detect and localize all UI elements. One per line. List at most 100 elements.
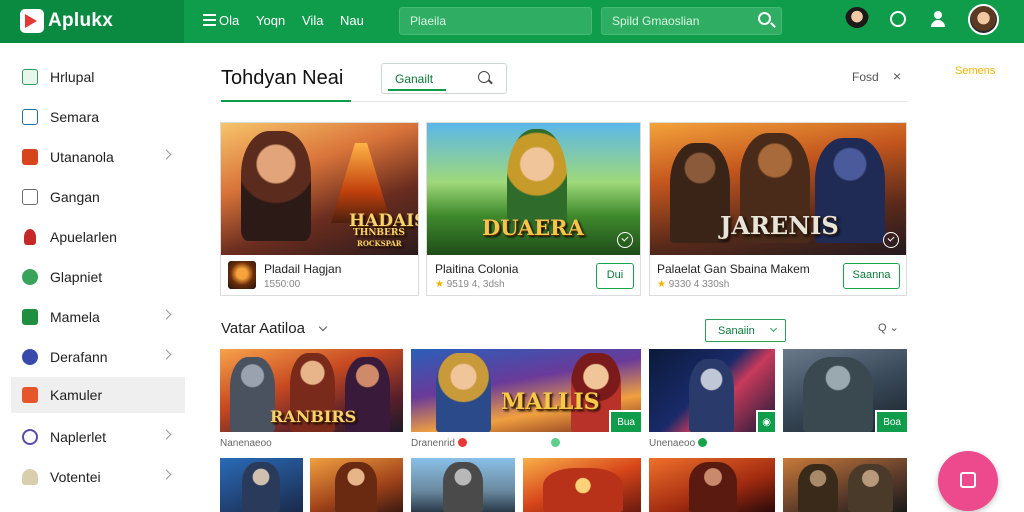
game-cover-image: JARENIS: [650, 123, 906, 255]
cover-tagline: ROCKSPAR: [357, 239, 402, 248]
game-name[interactable]: Palaelat Gan Sbaina Makem: [657, 262, 810, 276]
cover-title: DUAERA: [482, 215, 584, 240]
sidebar-item-label: Apuelarlen: [50, 229, 117, 245]
featured-card-3[interactable]: JARENIS Palaelat Gan Sbaina Makem ★ 9330…: [649, 122, 907, 296]
close-icon[interactable]: ×: [893, 68, 901, 84]
divider: [351, 101, 907, 102]
tile-badge[interactable]: Bua: [609, 410, 641, 432]
title-underline: [221, 100, 351, 102]
sidebar-item-3[interactable]: Gangan: [11, 179, 185, 215]
game-tile-1[interactable]: RANBIRS: [220, 349, 403, 432]
sidebar-item-label: Votentei: [50, 469, 101, 485]
game-tile-5[interactable]: [220, 458, 303, 512]
chevron-right-icon: [161, 429, 172, 440]
sidebar-item-label: Derafann: [50, 349, 108, 365]
game-tile-7[interactable]: [411, 458, 515, 512]
download-button[interactable]: Dui: [596, 263, 634, 289]
status-dot-icon: [698, 438, 708, 447]
play-icon: [22, 309, 38, 325]
tile-caption: Dranenrid: [411, 438, 467, 449]
game-name[interactable]: Plaitina Colonia: [435, 262, 518, 276]
game-tile-6[interactable]: [310, 458, 403, 512]
app-logo-icon[interactable]: [20, 9, 44, 33]
cover-title: JARENIS: [720, 211, 839, 240]
status-dot: [548, 438, 560, 449]
section-tools[interactable]: Q ⌄: [878, 321, 899, 334]
search-icon[interactable]: Q: [878, 322, 887, 334]
user-icon[interactable]: [930, 11, 946, 27]
chevron-down-icon: [769, 324, 778, 333]
sidebar-item-5[interactable]: Glapniet: [11, 259, 185, 295]
game-thumbnail: [228, 261, 256, 289]
sidebar-item-10[interactable]: Votentei: [11, 459, 185, 495]
tile-title: RANBIRS: [270, 407, 357, 426]
section-title[interactable]: Vatar Aatiloa: [221, 320, 305, 337]
nav-link-1[interactable]: Yoqn: [256, 13, 285, 28]
ring-icon: [22, 429, 38, 445]
tile-badge-icon[interactable]: ◉: [756, 410, 775, 432]
menu-icon[interactable]: [203, 14, 216, 26]
sidebar-item-9[interactable]: Naplerlet: [11, 419, 185, 455]
avatar-small[interactable]: [845, 7, 869, 31]
promo-label[interactable]: Semens: [955, 65, 995, 77]
chevron-down-icon[interactable]: [318, 322, 328, 332]
chevron-down-icon[interactable]: ⌄: [890, 322, 899, 334]
verified-icon: [883, 232, 899, 248]
sidebar-item-1[interactable]: Semara: [11, 99, 185, 135]
status-dot-icon: [551, 438, 560, 447]
floating-action-button[interactable]: [938, 451, 998, 511]
game-tile-10[interactable]: [783, 458, 907, 512]
filter-label: Ganailt: [395, 72, 434, 86]
filter-search-pill[interactable]: Ganailt: [381, 63, 507, 94]
search-icon[interactable]: [758, 12, 771, 25]
chat-icon[interactable]: [890, 11, 906, 27]
sidebar-item-label: Naplerlet: [50, 429, 107, 445]
tile-badge[interactable]: Boa: [875, 410, 907, 432]
brand-name[interactable]: Aplukx: [48, 10, 113, 32]
sidebar-item-label: Utananola: [50, 149, 114, 165]
install-button[interactable]: Saanna: [843, 263, 900, 289]
nav-link-2[interactable]: Vila: [302, 13, 323, 28]
cart-icon: [960, 472, 976, 488]
game-tile-8[interactable]: [523, 458, 641, 512]
tile-caption: Nanenaeoo: [220, 438, 272, 449]
chevron-right-icon: [161, 149, 172, 160]
person-icon: [24, 229, 36, 245]
sidebar-item-label: Semara: [50, 109, 100, 125]
search-icon[interactable]: [478, 71, 490, 83]
featured-card-2[interactable]: DUAERA Plaitina Colonia ★ 9519 4, 3dsh D…: [426, 122, 641, 296]
sidebar-item-4[interactable]: Apuelarlen: [11, 219, 185, 255]
sidebar-item-6[interactable]: Mamela: [11, 299, 185, 335]
game-tile-9[interactable]: [649, 458, 775, 512]
sidebar-item-0[interactable]: Hrlupal: [11, 59, 185, 95]
sort-dropdown[interactable]: Sanaiin: [705, 319, 786, 342]
chevron-right-icon: [161, 309, 172, 320]
cover-subtitle: THNBERS: [353, 228, 405, 238]
profile-avatar[interactable]: [968, 4, 999, 35]
nav-link-3[interactable]: Nau: [340, 13, 364, 28]
featured-card-1[interactable]: HADAIS THNBERS ROCKSPAR Pladail Hagjan 1…: [220, 122, 419, 296]
game-tile-4[interactable]: Boa: [783, 349, 907, 432]
secondary-search-input[interactable]: Spild Gmaoslian: [601, 7, 782, 35]
search-input[interactable]: Plaeila: [399, 7, 592, 35]
game-tile-3[interactable]: ◉: [649, 349, 775, 432]
sidebar-item-7[interactable]: Derafann: [11, 339, 185, 375]
chevron-right-icon: [161, 349, 172, 360]
user-icon: [22, 469, 38, 485]
sidebar: Hrlupal Semara Utananola Gangan Apuelarl…: [0, 43, 185, 512]
game-tile-2[interactable]: MALLIS Bua: [411, 349, 641, 432]
tile-title: MALLIS: [501, 389, 600, 415]
top-bar: Aplukx Ola Yoqn Vila Nau Plaeila Spild G…: [0, 0, 1024, 43]
sidebar-item-2[interactable]: Utananola: [11, 139, 185, 175]
game-name[interactable]: Pladail Hagjan: [264, 262, 341, 276]
grid-icon: [22, 149, 38, 165]
tile-caption: Unenaeoo: [649, 438, 708, 449]
app-icon: [22, 69, 38, 85]
sidebar-item-8[interactable]: Kamuler: [11, 377, 185, 413]
sidebar-item-label: Gangan: [50, 189, 100, 205]
filter-underline: [388, 89, 446, 91]
window-icon: [22, 189, 38, 205]
verified-icon: [617, 232, 633, 248]
menu-label[interactable]: Ola: [219, 13, 239, 28]
header-link[interactable]: Fosd: [852, 70, 879, 84]
